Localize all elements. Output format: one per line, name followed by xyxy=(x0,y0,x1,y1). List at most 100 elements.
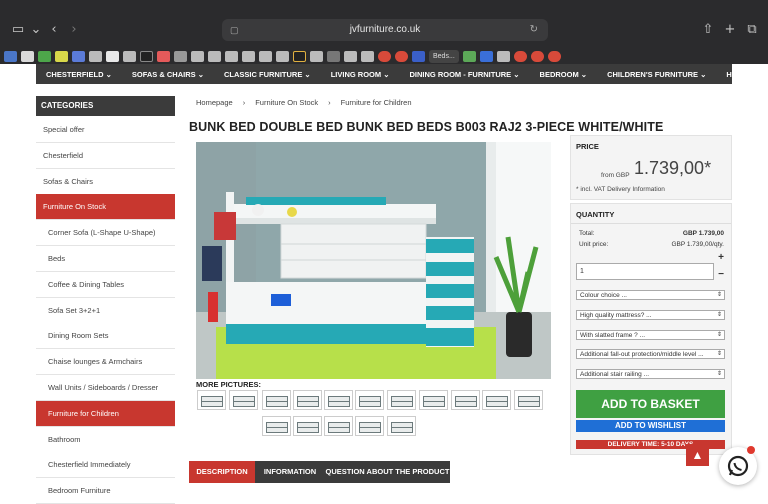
favorite-icon[interactable] xyxy=(530,50,544,62)
option-select[interactable]: With slatted frame ? ... ⇕ xyxy=(576,330,725,340)
nav-item[interactable]: CLASSIC FURNITURE ⌄ xyxy=(214,70,321,79)
add-to-wishlist-button[interactable]: ADD TO WISHLIST xyxy=(576,420,725,432)
favorite-icon[interactable] xyxy=(462,50,476,62)
product-thumbnail[interactable] xyxy=(387,416,416,436)
favorite-icon[interactable] xyxy=(547,50,561,62)
facebook-icon[interactable] xyxy=(412,50,425,62)
favorite-icon[interactable] xyxy=(344,50,357,62)
sidebar-category-item[interactable]: Bathroom xyxy=(36,426,175,453)
chevron-down-icon[interactable]: ⌄ xyxy=(28,22,44,38)
favorite-icon[interactable] xyxy=(174,50,187,62)
quantity-plus-button[interactable]: + xyxy=(716,252,726,264)
sidebar-category-item[interactable]: Corner Sofa (L-Shape U-Shape) xyxy=(36,220,175,247)
tab-description[interactable]: DESCRIPTION xyxy=(189,461,255,483)
product-thumbnail[interactable] xyxy=(293,416,322,436)
favorite-icon[interactable] xyxy=(208,50,221,62)
product-thumbnail[interactable] xyxy=(387,390,416,410)
favorite-icon[interactable] xyxy=(140,50,153,62)
product-thumbnail[interactable] xyxy=(451,390,480,410)
product-thumbnail[interactable] xyxy=(229,390,258,410)
favorite-icon[interactable] xyxy=(191,50,204,62)
nav-item[interactable]: CHESTERFIELD ⌄ xyxy=(36,70,122,79)
nav-item[interactable]: DINING ROOM - FURNITURE ⌄ xyxy=(400,70,530,79)
favorite-icon[interactable] xyxy=(55,50,68,62)
sidebar-category-item[interactable]: Chesterfield Immediately xyxy=(36,452,175,479)
nav-item[interactable]: HOME DECOR ⌄ xyxy=(716,70,768,79)
quantity-minus-button[interactable]: − xyxy=(716,269,726,281)
product-thumbnail[interactable] xyxy=(262,416,291,436)
favorite-icon[interactable] xyxy=(395,50,408,62)
tab-information[interactable]: INFORMATION xyxy=(255,461,325,483)
sidebar-category-item[interactable]: Coffee & Dining Tables xyxy=(36,271,175,298)
nav-item[interactable]: CHILDREN'S FURNITURE ⌄ xyxy=(597,70,716,79)
price-note[interactable]: * incl. VAT Delivery Information xyxy=(576,186,665,193)
address-bar[interactable]: ▢ jvfurniture.co.uk ↻ xyxy=(222,19,548,41)
back-icon[interactable]: ‹ xyxy=(46,22,62,38)
favorite-icon[interactable] xyxy=(513,50,527,62)
option-select[interactable]: Colour choice ... ⇕ xyxy=(576,290,725,300)
sidebar-category-item[interactable]: Bedroom Furniture xyxy=(36,478,175,504)
favorite-icon[interactable] xyxy=(89,50,102,62)
quantity-input[interactable]: 1 xyxy=(576,263,714,280)
scroll-to-top-button[interactable]: ▲ xyxy=(686,444,709,466)
sidebar-category-item[interactable]: Furniture for Children xyxy=(36,400,175,427)
product-thumbnail[interactable] xyxy=(324,390,353,410)
sidebar-category-item[interactable]: Furniture On Stock xyxy=(36,194,175,221)
favorite-icon[interactable] xyxy=(361,50,374,62)
favorite-icon[interactable] xyxy=(72,50,85,62)
product-thumbnail[interactable] xyxy=(514,390,543,410)
breadcrumb-link[interactable]: Homepage xyxy=(196,98,233,107)
favorite-icon[interactable] xyxy=(225,50,238,62)
favorites-bar: Beds... xyxy=(0,48,768,64)
sidebar-category-item[interactable]: Chesterfield xyxy=(36,142,175,169)
nav-item[interactable]: SOFAS & CHAIRS ⌄ xyxy=(122,70,214,79)
product-thumbnail[interactable] xyxy=(197,390,226,410)
product-thumbnail[interactable] xyxy=(355,416,384,436)
product-thumbnail[interactable] xyxy=(355,390,384,410)
option-select[interactable]: Additional stair railing ... ⇕ xyxy=(576,369,725,379)
active-tab[interactable]: Beds... xyxy=(429,49,459,63)
favorite-icon[interactable] xyxy=(157,50,170,62)
sidebar-category-item[interactable]: Beds xyxy=(36,246,175,272)
product-thumbnail[interactable] xyxy=(419,390,448,410)
sidebar-category-item[interactable]: Dining Room Sets xyxy=(36,323,175,350)
favorite-icon[interactable] xyxy=(259,50,272,62)
sidebar-category-item[interactable]: Chaise lounges & Armchairs xyxy=(36,349,175,376)
new-tab-icon[interactable]: + xyxy=(722,22,738,38)
option-select[interactable]: Additional fall-out protection/middle le… xyxy=(576,349,725,359)
favorite-icon[interactable] xyxy=(4,50,17,62)
nav-item[interactable]: BEDROOM ⌄ xyxy=(530,70,598,79)
option-select[interactable]: High quality mattress? ... ⇕ xyxy=(576,310,725,320)
sidebar-category-item[interactable]: Sofas & Chairs xyxy=(36,168,175,195)
favorite-icon[interactable] xyxy=(38,50,51,62)
favorite-icon[interactable] xyxy=(242,50,255,62)
favorite-icon[interactable] xyxy=(479,50,493,62)
sidebar-category-item[interactable]: Sofa Set 3+2+1 xyxy=(36,297,175,324)
favorite-icon[interactable] xyxy=(276,50,289,62)
product-thumbnail[interactable] xyxy=(293,390,322,410)
product-image[interactable] xyxy=(196,142,551,379)
tab-question[interactable]: QUESTION ABOUT THE PRODUCT xyxy=(325,461,450,483)
tab-overview-icon[interactable]: ⧉ xyxy=(744,22,760,38)
breadcrumb-link[interactable]: Furniture On Stock xyxy=(255,98,318,107)
favorite-icon[interactable] xyxy=(496,50,510,62)
favorite-icon[interactable] xyxy=(106,50,119,62)
reload-icon[interactable]: ↻ xyxy=(530,19,538,41)
share-icon[interactable]: ⇧ xyxy=(700,22,716,38)
favorite-icon[interactable] xyxy=(310,50,323,62)
favorite-icon[interactable] xyxy=(123,50,136,62)
sidebar-category-item[interactable]: Wall Units / Sideboards / Dresser xyxy=(36,375,175,401)
forward-icon[interactable]: › xyxy=(66,22,82,38)
add-to-basket-button[interactable]: ADD TO BASKET xyxy=(576,390,725,418)
product-thumbnail[interactable] xyxy=(482,390,511,410)
favorite-icon[interactable] xyxy=(21,50,34,62)
nav-item[interactable]: LIVING ROOM ⌄ xyxy=(321,70,400,79)
product-thumbnail[interactable] xyxy=(262,390,291,410)
star-icon[interactable] xyxy=(327,50,340,62)
sidebar-icon[interactable]: ▭ xyxy=(10,22,26,38)
product-thumbnail[interactable] xyxy=(324,416,353,436)
sidebar-category-item[interactable]: Special offer xyxy=(36,117,175,143)
favorite-icon[interactable] xyxy=(293,50,306,62)
favorite-icon[interactable] xyxy=(378,50,391,62)
breadcrumb-link[interactable]: Furniture for Children xyxy=(341,98,412,107)
